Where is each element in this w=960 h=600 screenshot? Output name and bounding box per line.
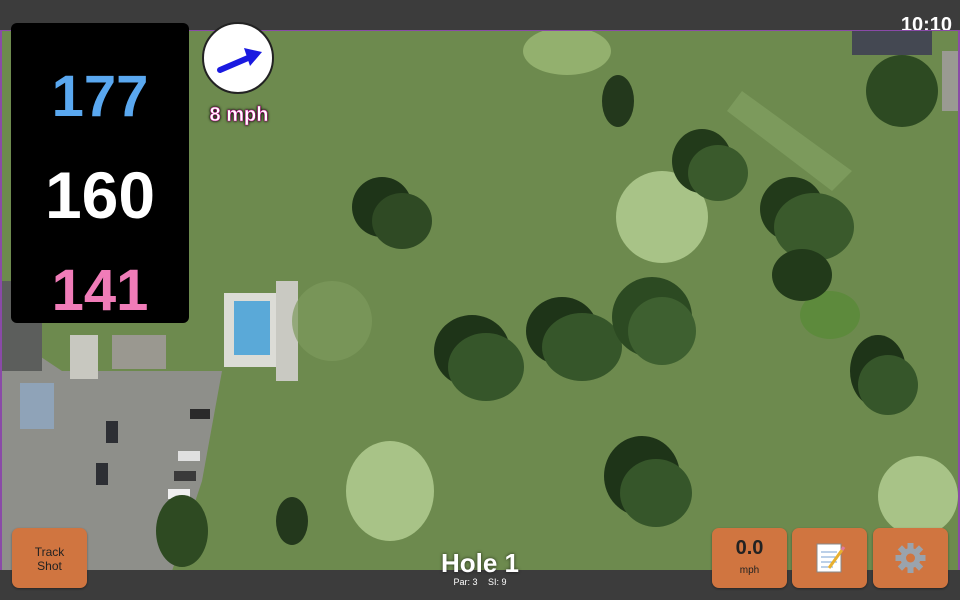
settings-button[interactable] [873, 528, 948, 588]
gear-icon [895, 543, 926, 573]
distance-front: 141 [51, 258, 149, 323]
hole-par: Par: 3 [453, 577, 478, 587]
distance-panel: 177 160 141 [11, 23, 189, 323]
wind-speed: 8 mph [196, 104, 282, 127]
track-shot-button[interactable]: Track Shot [12, 528, 87, 588]
hole-si: SI: 9 [488, 577, 507, 587]
wind-arrow-icon [217, 48, 262, 73]
wind-direction-dial [202, 22, 274, 94]
hole-title: Hole 1 [440, 548, 520, 578]
speed-button[interactable]: 0.0 mph [712, 528, 787, 588]
speed-value: 0.0 [735, 537, 764, 559]
scorecard-note-button[interactable] [792, 528, 867, 588]
track-shot-label-1: Track [34, 545, 65, 559]
notepad-icon [816, 543, 846, 573]
hole-info: Par: 3 SI: 9 [380, 577, 580, 587]
track-shot-label-2: Shot [37, 559, 62, 573]
distance-back: 177 [51, 64, 149, 129]
speed-unit: mph [739, 565, 760, 576]
distance-middle: 160 [44, 158, 156, 232]
wind-speed-label: 8 mph [209, 104, 269, 127]
